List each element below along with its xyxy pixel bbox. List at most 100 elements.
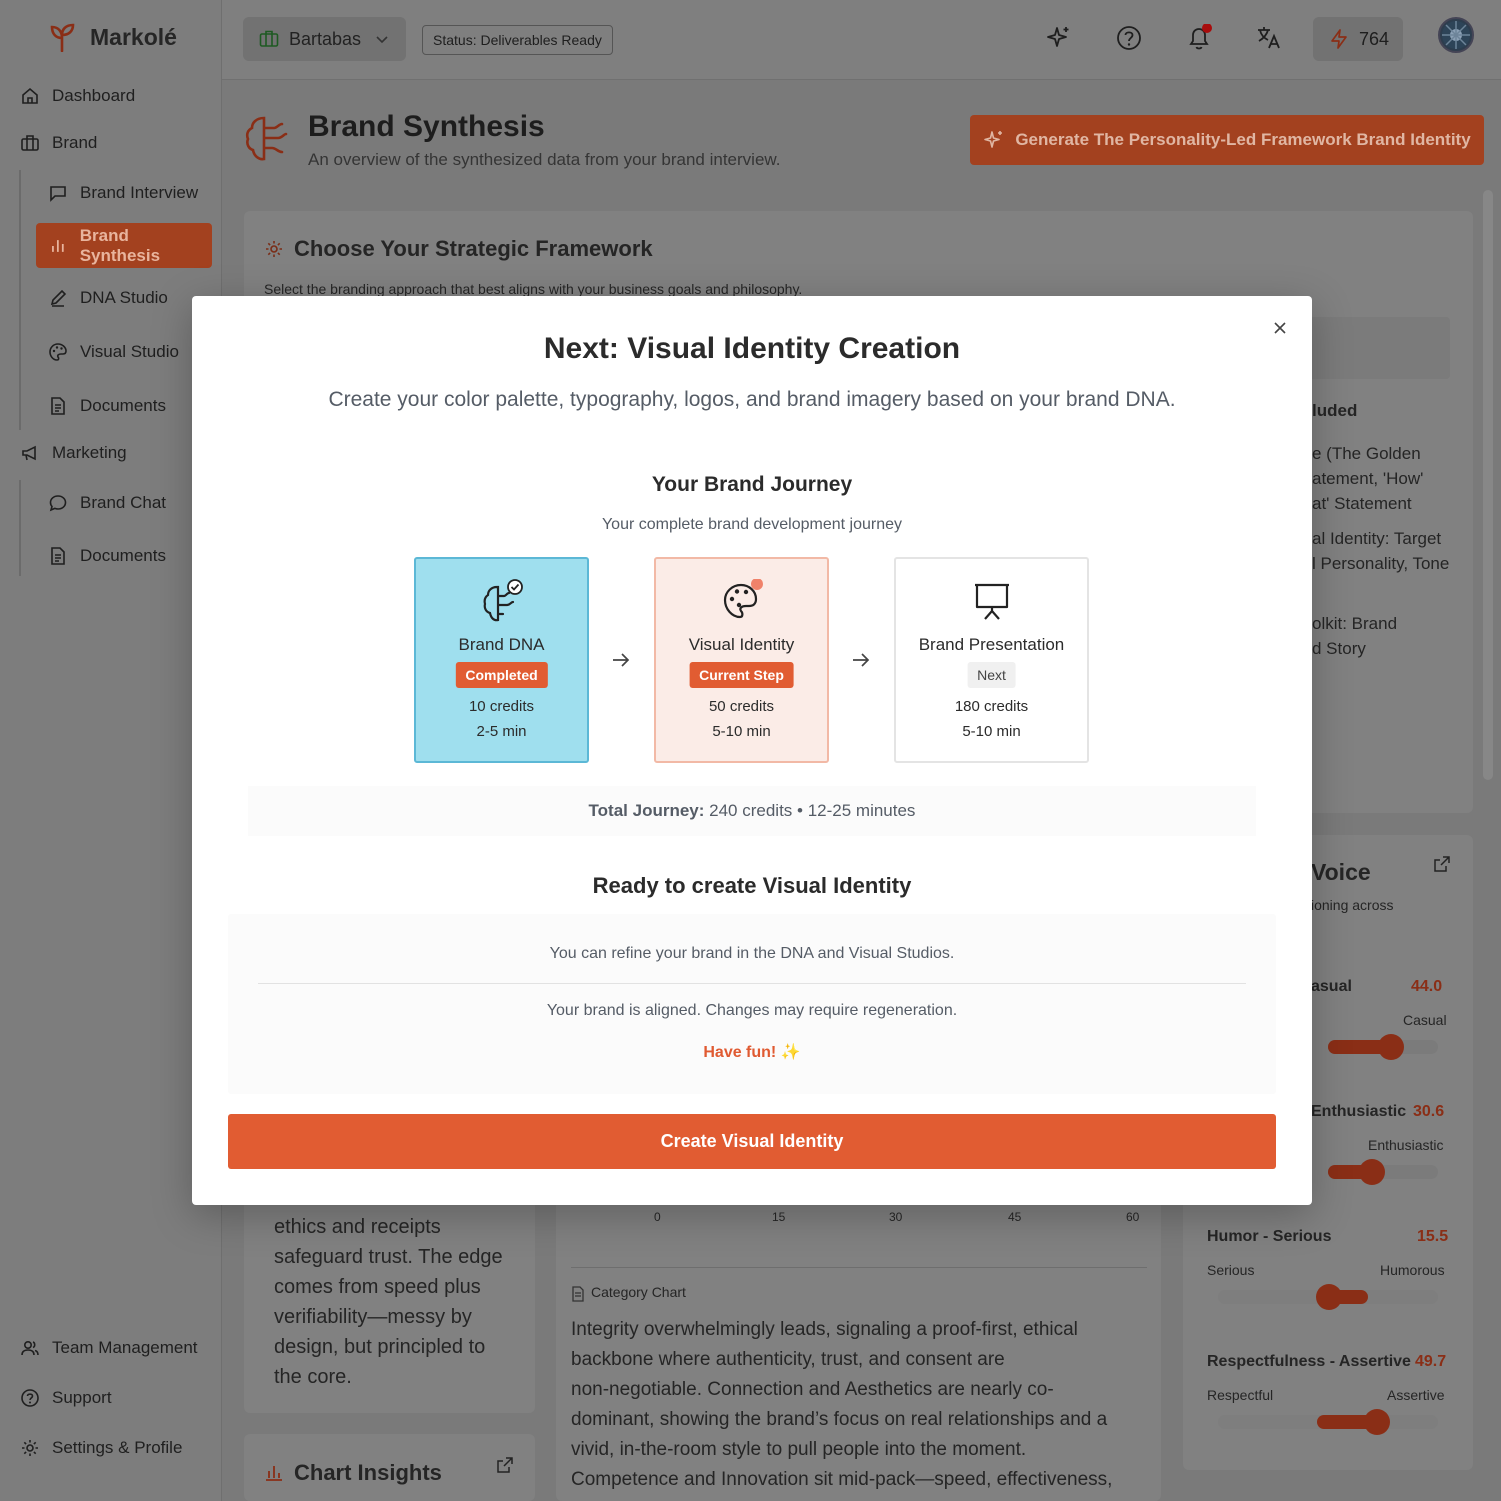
chart-insights-title: Chart Insights — [294, 1460, 442, 1485]
slider-left-label: Respectful — [1207, 1387, 1274, 1403]
slider-name: asual — [1311, 978, 1352, 995]
avatar-pattern-icon — [1442, 21, 1470, 49]
sparkles-icon[interactable] — [1045, 24, 1073, 52]
visual-identity-modal: Next: Visual Identity Creation Create yo… — [192, 296, 1312, 1205]
step-credits: 10 credits — [468, 698, 535, 715]
included-line: at' Statement — [1312, 494, 1412, 513]
help-circle-icon[interactable] — [1115, 24, 1143, 52]
journey-step-visual-identity[interactable]: Visual Identity Current Step 50 credits … — [654, 557, 829, 763]
avatar[interactable] — [1438, 17, 1474, 53]
insight-line: vivid, in-the-room style to pull people … — [571, 1439, 1027, 1460]
slider-thumb[interactable] — [1377, 1034, 1404, 1060]
sidebar-nav-marketing: Marketing — [8, 433, 214, 473]
sidebar-item-marketing[interactable]: Marketing — [8, 433, 214, 473]
chat-bubble-icon — [49, 495, 67, 512]
sidebar-item-label: DNA Studio — [80, 288, 168, 307]
workspace-selector[interactable]: Bartabas — [243, 17, 406, 61]
journey-subtitle: Your complete brand development journey — [601, 516, 903, 533]
sidebar-item-settings[interactable]: Settings & Profile — [8, 1428, 214, 1468]
sidebar-item-support[interactable]: Support — [8, 1378, 214, 1418]
gear-icon — [266, 241, 282, 257]
app-logo[interactable]: Markolé — [48, 22, 177, 52]
voice-title: Voice — [1311, 859, 1371, 885]
credits-counter[interactable]: 764 — [1313, 17, 1403, 61]
step-duration: 2-5 min — [476, 723, 527, 740]
framework-title: Choose Your Strategic Framework — [294, 236, 653, 261]
journey-step-brand-dna[interactable]: Brand DNA Completed 10 credits 2-5 min — [414, 557, 589, 763]
sidebar-item-brand-chat[interactable]: Brand Chat — [36, 483, 212, 523]
included-list: e (The Golden atement, 'How' at' Stateme… — [1312, 441, 1449, 661]
slider-right-label: Casual — [1403, 1012, 1447, 1028]
chevron-down-icon — [376, 36, 388, 44]
external-link-icon[interactable] — [1433, 855, 1451, 873]
info-aligned-text: Your brand is aligned. Changes may requi… — [546, 1002, 958, 1019]
status-badge: Status: Deliverables Ready — [422, 25, 613, 55]
sidebar-item-visual-studio[interactable]: Visual Studio — [36, 328, 212, 376]
story-line: verifiability—messy by — [274, 1306, 472, 1328]
bar-chart-icon — [52, 239, 64, 252]
slider-thumb[interactable] — [1316, 1284, 1342, 1310]
step-status-badge: Completed — [455, 662, 548, 688]
included-title: luded — [1312, 401, 1358, 420]
insight-line: Competence and Innovation sit mid-pack—s… — [571, 1469, 1113, 1490]
included-line: l Personality, Tone — [1312, 554, 1450, 573]
slider-track[interactable] — [1328, 1159, 1438, 1185]
create-visual-identity-button[interactable]: Create Visual Identity — [228, 1114, 1276, 1169]
sidebar-item-brand-interview[interactable]: Brand Interview — [36, 173, 212, 213]
total-journey: Total Journey: 240 credits • 12-25 minut… — [248, 786, 1256, 836]
step-name: Brand Presentation — [918, 635, 1065, 654]
generate-identity-button[interactable]: Generate The Personality-Led Framework B… — [970, 115, 1484, 165]
slider-value: 15.5 — [1417, 1228, 1449, 1245]
sidebar-item-brand[interactable]: Brand — [8, 123, 214, 163]
megaphone-icon — [22, 445, 36, 461]
slider-track[interactable] — [1218, 1409, 1438, 1435]
category-chart-card: 0 15 30 45 60 Category Chart Integrity o… — [556, 1190, 1161, 1501]
insight-line: backbone where authenticity, trust, and … — [571, 1349, 1005, 1370]
included-line: al Identity: Target — [1312, 529, 1442, 548]
file-text-icon — [51, 547, 65, 565]
framework-subtitle: Select the branding approach that best a… — [264, 281, 803, 297]
step-credits: 50 credits — [708, 698, 775, 715]
category-chart-label: Category Chart — [591, 1284, 686, 1300]
sidebar-item-label: Brand Chat — [80, 493, 166, 512]
bell-icon[interactable] — [1185, 24, 1215, 52]
total-value: 240 credits • 12-25 minutes — [704, 801, 916, 820]
brain-check-icon — [479, 579, 525, 625]
sidebar-item-label: Brand Interview — [80, 183, 199, 202]
sidebar-item-documents[interactable]: Documents — [36, 382, 212, 430]
sidebar-item-dna-studio[interactable]: DNA Studio — [36, 274, 212, 322]
sidebar-item-brand-synthesis[interactable]: Brand Synthesis — [36, 223, 212, 268]
journey-title: Your Brand Journey — [651, 473, 853, 496]
sidebar-item-marketing-documents[interactable]: Documents — [36, 536, 212, 576]
marketing-subnav: Brand Chat Documents — [36, 483, 212, 576]
slider-name: Enthusiastic — [1311, 1103, 1407, 1120]
presentation-icon — [969, 579, 1015, 625]
ready-title: Ready to create Visual Identity — [592, 873, 912, 898]
step-name: Visual Identity — [688, 635, 795, 654]
story-line: safeguard trust. The edge — [274, 1246, 503, 1268]
slider-right-label: Humorous — [1380, 1262, 1445, 1278]
sidebar-bottom-nav: Team Management Support Settings & Profi… — [8, 1328, 214, 1468]
palette-icon — [719, 579, 765, 625]
journey-step-brand-presentation[interactable]: Brand Presentation Next 180 credits 5-10… — [894, 557, 1089, 763]
app-name: Markolé — [90, 23, 177, 50]
sidebar: Markolé Dashboard Brand Brand Interview … — [0, 0, 222, 1501]
slider-thumb[interactable] — [1364, 1409, 1391, 1435]
step-status-badge: Next — [967, 662, 1016, 688]
slider-thumb[interactable] — [1358, 1159, 1385, 1185]
modal-subtitle: Create your color palette, typography, l… — [328, 388, 1176, 411]
external-link-icon[interactable] — [496, 1456, 514, 1474]
brand-subnav: Brand Interview Brand Synthesis DNA Stud… — [36, 173, 212, 430]
slider-track[interactable] — [1328, 1034, 1438, 1060]
modal-title: Next: Visual Identity Creation — [543, 332, 961, 365]
have-fun-text: Have fun! ✨ — [703, 1044, 801, 1061]
sidebar-item-dashboard[interactable]: Dashboard — [8, 76, 214, 116]
slider-track[interactable] — [1218, 1284, 1438, 1310]
sidebar-item-team-management[interactable]: Team Management — [8, 1328, 214, 1368]
page-scrollbar[interactable] — [1483, 190, 1493, 780]
divider — [258, 983, 1246, 984]
framework-option-box[interactable] — [1308, 317, 1450, 379]
palette-icon — [49, 343, 67, 361]
translate-icon[interactable] — [1255, 24, 1283, 52]
sidebar-item-label: Dashboard — [52, 86, 136, 105]
